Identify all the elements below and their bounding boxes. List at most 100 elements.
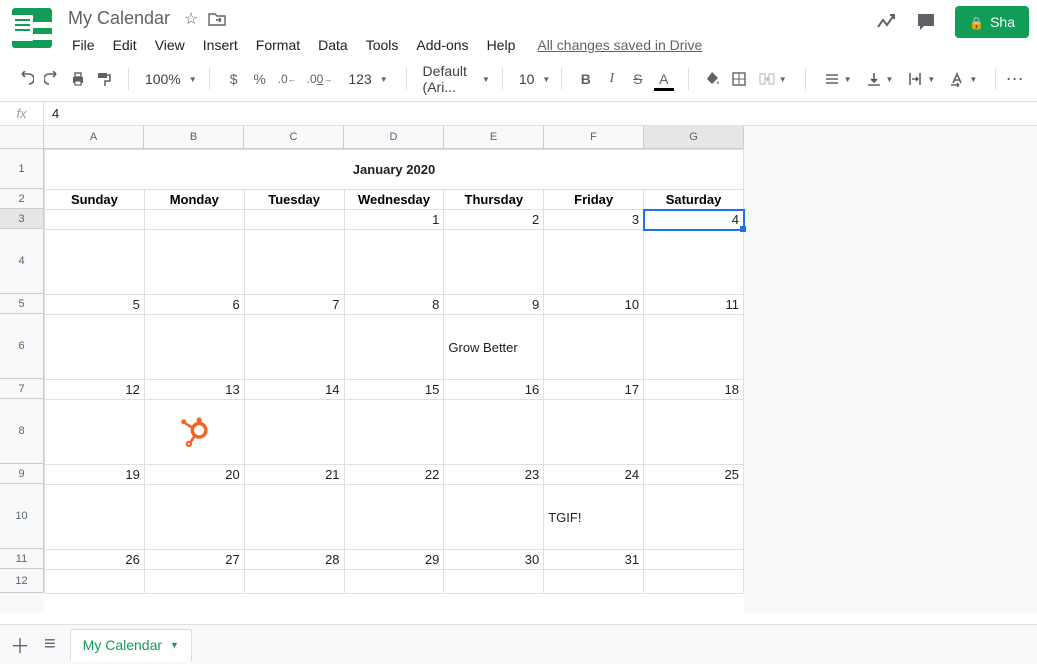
cell[interactable] [444, 400, 544, 465]
cell[interactable] [644, 570, 744, 594]
cell[interactable] [444, 570, 544, 594]
cell[interactable]: 10 [544, 295, 644, 315]
menu-format[interactable]: Format [248, 33, 308, 57]
cell[interactable]: 31 [544, 550, 644, 570]
cell[interactable] [244, 315, 344, 380]
cell[interactable]: 3 [544, 210, 644, 230]
text-rotation-button[interactable]: ▼ [943, 71, 983, 87]
cell[interactable] [144, 210, 244, 230]
text-wrap-button[interactable]: ▼ [901, 71, 941, 87]
cell[interactable] [144, 315, 244, 380]
vertical-align-button[interactable]: ▼ [860, 71, 900, 87]
zoom-select[interactable]: 100% ▼ [135, 71, 203, 87]
cell[interactable] [144, 570, 244, 594]
cell[interactable]: 28 [244, 550, 344, 570]
share-button[interactable]: Sha [955, 6, 1029, 38]
column-header[interactable]: A [44, 126, 144, 149]
cell[interactable]: 22 [344, 465, 444, 485]
cell[interactable]: 7 [244, 295, 344, 315]
cell[interactable]: 21 [244, 465, 344, 485]
column-header[interactable]: B [144, 126, 244, 149]
activity-icon[interactable] [875, 11, 897, 33]
cell[interactable] [45, 400, 145, 465]
row-header[interactable]: 1 [0, 149, 44, 189]
fill-color-icon[interactable] [701, 66, 725, 92]
cell[interactable]: 20 [144, 465, 244, 485]
cell[interactable]: 25 [644, 465, 744, 485]
cell[interactable]: 8 [344, 295, 444, 315]
row-header[interactable]: 10 [0, 484, 44, 549]
undo-icon[interactable] [14, 66, 38, 92]
cell[interactable]: 18 [644, 380, 744, 400]
menu-data[interactable]: Data [310, 33, 356, 57]
column-header[interactable]: F [544, 126, 644, 149]
menu-edit[interactable]: Edit [105, 33, 145, 57]
column-header[interactable]: C [244, 126, 344, 149]
cell[interactable] [45, 230, 145, 295]
number-format-select[interactable]: 123 ▼ [338, 71, 393, 87]
document-title[interactable]: My Calendar [64, 6, 174, 31]
decrease-decimal-icon[interactable]: .0← [274, 66, 301, 92]
merge-cells-button[interactable]: ▼ [753, 71, 793, 87]
borders-icon[interactable] [727, 66, 751, 92]
column-header[interactable]: D [344, 126, 444, 149]
cell[interactable] [144, 485, 244, 550]
menu-file[interactable]: File [64, 33, 103, 57]
comments-icon[interactable] [915, 11, 937, 33]
menu-tools[interactable]: Tools [358, 33, 407, 57]
horizontal-align-button[interactable]: ▼ [818, 71, 858, 87]
row-header[interactable]: 11 [0, 549, 44, 569]
format-currency-icon[interactable]: $ [222, 66, 246, 92]
cell[interactable]: 26 [45, 550, 145, 570]
cell[interactable] [344, 570, 444, 594]
cell[interactable]: 16 [444, 380, 544, 400]
italic-button[interactable]: I [600, 66, 624, 92]
row-header[interactable]: 9 [0, 464, 44, 484]
cell[interactable]: Grow Better [444, 315, 544, 380]
save-status[interactable]: All changes saved in Drive [537, 37, 702, 53]
cell[interactable]: 5 [45, 295, 145, 315]
cell[interactable] [444, 230, 544, 295]
menu-help[interactable]: Help [479, 33, 524, 57]
cell[interactable] [444, 485, 544, 550]
move-folder-icon[interactable] [208, 12, 226, 26]
cell[interactable]: 13 [144, 380, 244, 400]
font-size-select[interactable]: 10 ▼ [509, 71, 555, 87]
row-header[interactable]: 7 [0, 379, 44, 399]
cell[interactable]: 9 [444, 295, 544, 315]
text-color-button[interactable]: A [652, 66, 676, 92]
cell[interactable]: Wednesday [344, 190, 444, 210]
cell[interactable]: Sunday [45, 190, 145, 210]
cell[interactable]: Monday [144, 190, 244, 210]
cell[interactable]: TGIF! [544, 485, 644, 550]
cell[interactable]: January 2020 [45, 150, 744, 190]
cell[interactable] [644, 230, 744, 295]
row-header[interactable]: 3 [0, 209, 44, 229]
cell[interactable]: 15 [344, 380, 444, 400]
row-header[interactable]: 12 [0, 569, 44, 593]
row-header[interactable]: 2 [0, 189, 44, 209]
cell[interactable]: 29 [344, 550, 444, 570]
cell[interactable] [644, 485, 744, 550]
cell[interactable]: 19 [45, 465, 145, 485]
cell[interactable]: 2 [444, 210, 544, 230]
menu-addons[interactable]: Add-ons [408, 33, 476, 57]
paint-format-icon[interactable] [92, 66, 116, 92]
cell[interactable] [45, 485, 145, 550]
strikethrough-button[interactable]: S [626, 66, 650, 92]
menu-view[interactable]: View [147, 33, 193, 57]
cell[interactable]: 11 [644, 295, 744, 315]
redo-icon[interactable] [40, 66, 64, 92]
formula-input[interactable]: 4 [44, 106, 1037, 121]
font-family-select[interactable]: Default (Ari... ▼ [413, 63, 496, 95]
cell[interactable]: 27 [144, 550, 244, 570]
format-percent-icon[interactable]: % [248, 66, 272, 92]
increase-decimal-icon[interactable]: .00→ [303, 66, 337, 92]
cell[interactable] [644, 400, 744, 465]
calendar-grid[interactable]: January 2020SundayMondayTuesdayWednesday… [44, 149, 744, 594]
cell[interactable]: 4 [644, 210, 744, 230]
cell[interactable] [45, 210, 145, 230]
cell[interactable]: 6 [144, 295, 244, 315]
cell[interactable] [344, 400, 444, 465]
cell[interactable] [244, 400, 344, 465]
